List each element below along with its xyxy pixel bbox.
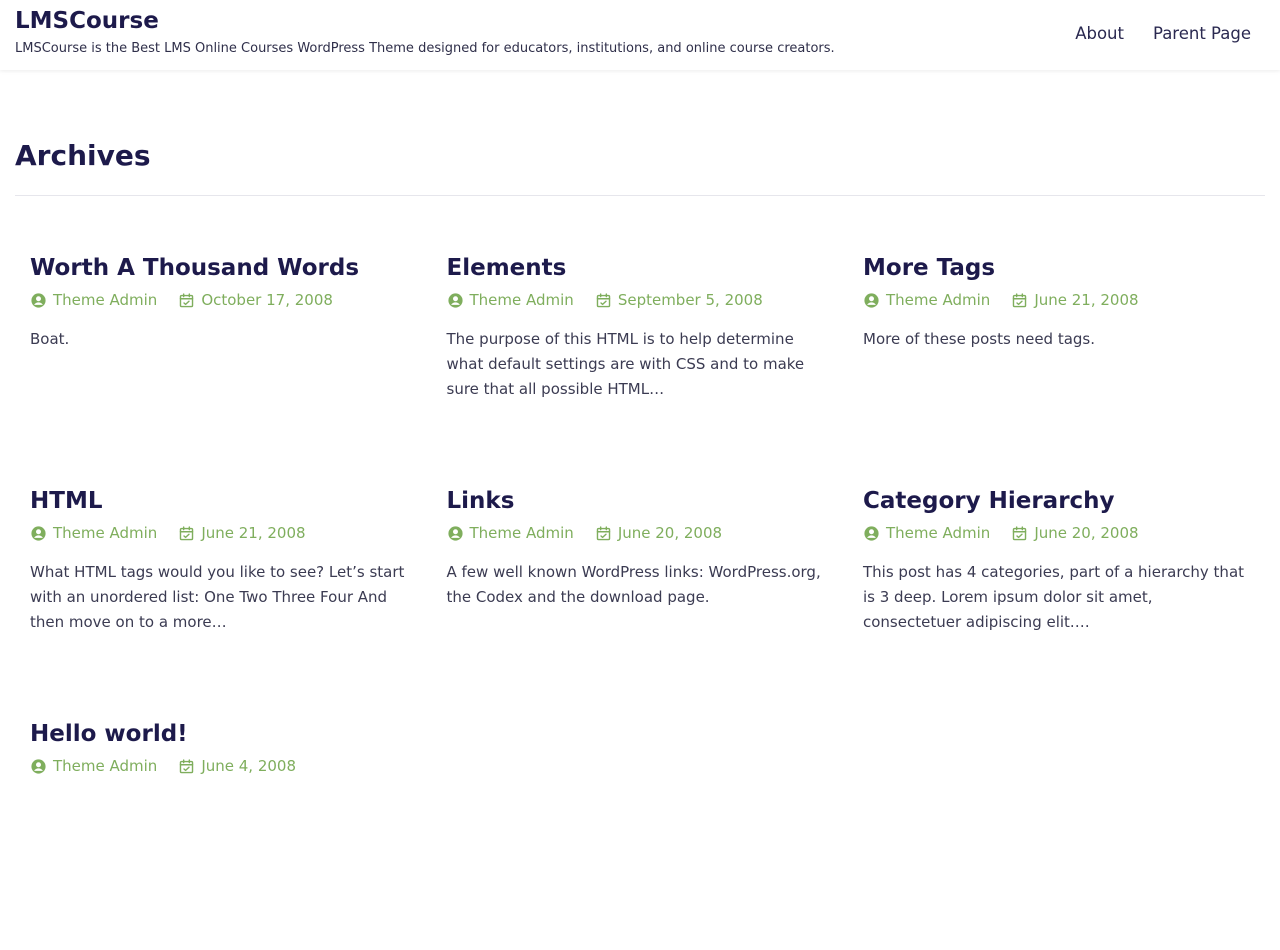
post-meta: Theme Admin September 5, 2008: [447, 289, 834, 311]
post-title[interactable]: Elements: [447, 251, 834, 285]
post-excerpt: What HTML tags would you like to see? Le…: [30, 563, 405, 631]
calendar-icon: [1011, 525, 1028, 542]
post-meta: Theme Admin June 21, 2008: [863, 289, 1250, 311]
post-date-text: June 21, 2008: [1034, 291, 1139, 309]
post-card: Elements Theme Admin September 5, 2008 T…: [447, 251, 834, 484]
nav-item-parent-page[interactable]: Parent Page: [1153, 24, 1251, 43]
post-meta: Theme Admin June 20, 2008: [863, 522, 1250, 544]
post-meta: Theme Admin June 21, 2008: [30, 522, 417, 544]
post-excerpt: The purpose of this HTML is to help dete…: [446, 330, 805, 398]
user-circle-icon: [30, 525, 47, 542]
post-author-name: Theme Admin: [886, 291, 991, 309]
user-circle-icon: [30, 758, 47, 775]
post-title[interactable]: More Tags: [863, 251, 1250, 285]
post-date-text: June 4, 2008: [201, 757, 296, 775]
post-author[interactable]: Theme Admin: [30, 291, 157, 309]
user-circle-icon: [30, 292, 47, 309]
post-meta: Theme Admin June 20, 2008: [447, 522, 834, 544]
post-author[interactable]: Theme Admin: [30, 524, 157, 542]
calendar-icon: [595, 525, 612, 542]
post-date-text: June 20, 2008: [1034, 524, 1139, 542]
post-date[interactable]: June 20, 2008: [1011, 524, 1139, 542]
page-title: Archives: [15, 139, 151, 172]
post-date[interactable]: October 17, 2008: [178, 291, 333, 309]
post-author-name: Theme Admin: [469, 524, 574, 542]
post-card: Worth A Thousand Words Theme Admin Octob…: [30, 251, 417, 484]
post-grid: Worth A Thousand Words Theme Admin Octob…: [30, 251, 1250, 950]
post-author[interactable]: Theme Admin: [863, 524, 990, 542]
post-title[interactable]: Hello world!: [30, 717, 417, 751]
user-circle-icon: [447, 525, 464, 542]
post-excerpt: More of these posts need tags.: [863, 330, 1096, 348]
post-author[interactable]: Theme Admin: [447, 291, 574, 309]
post-card: Links Theme Admin June 20, 2008 A few we…: [447, 484, 834, 717]
post-card: HTML Theme Admin June 21, 2008 What HTML…: [30, 484, 417, 717]
post-title[interactable]: Worth A Thousand Words: [30, 251, 417, 285]
post-meta: Theme Admin October 17, 2008: [30, 289, 417, 311]
post-card: More Tags Theme Admin June 21, 2008 More…: [863, 251, 1250, 484]
post-author[interactable]: Theme Admin: [30, 757, 157, 775]
calendar-icon: [178, 292, 195, 309]
post-title[interactable]: HTML: [30, 484, 417, 518]
post-card: Hello world! Theme Admin June 4, 2008: [30, 717, 417, 950]
post-date[interactable]: June 21, 2008: [1011, 291, 1139, 309]
calendar-icon: [178, 758, 195, 775]
nav-item-about[interactable]: About: [1075, 24, 1124, 43]
post-excerpt: A few well known WordPress links: WordPr…: [446, 563, 821, 606]
post-meta: Theme Admin June 4, 2008: [30, 755, 417, 777]
post-author-name: Theme Admin: [53, 524, 158, 542]
post-date-text: June 21, 2008: [201, 524, 306, 542]
main-nav: About Parent Page: [1075, 24, 1251, 43]
post-author-name: Theme Admin: [886, 524, 991, 542]
post-date-text: September 5, 2008: [617, 291, 763, 309]
calendar-icon: [595, 292, 612, 309]
post-date[interactable]: June 20, 2008: [595, 524, 722, 542]
user-circle-icon: [863, 525, 880, 542]
post-date-text: October 17, 2008: [201, 291, 333, 309]
calendar-icon: [178, 525, 195, 542]
post-excerpt: This post has 4 categories, part of a hi…: [863, 563, 1245, 631]
site-tagline: LMSCourse is the Best LMS Online Courses…: [15, 41, 835, 56]
post-author[interactable]: Theme Admin: [863, 291, 990, 309]
post-excerpt: Boat.: [30, 330, 70, 348]
site-header: LMSCourse LMSCourse is the Best LMS Onli…: [0, 0, 1280, 70]
calendar-icon: [1011, 292, 1028, 309]
post-author-name: Theme Admin: [469, 291, 574, 309]
user-circle-icon: [447, 292, 464, 309]
post-date-text: June 20, 2008: [617, 524, 723, 542]
post-author-name: Theme Admin: [53, 291, 158, 309]
post-card: Category Hierarchy Theme Admin June 20, …: [863, 484, 1250, 717]
post-title[interactable]: Links: [447, 484, 834, 518]
post-date[interactable]: September 5, 2008: [595, 291, 763, 309]
post-title[interactable]: Category Hierarchy: [863, 484, 1250, 518]
post-author-name: Theme Admin: [53, 757, 158, 775]
post-date[interactable]: June 4, 2008: [178, 757, 296, 775]
user-circle-icon: [863, 292, 880, 309]
post-date[interactable]: June 21, 2008: [178, 524, 306, 542]
site-title[interactable]: LMSCourse: [15, 8, 159, 34]
post-author[interactable]: Theme Admin: [447, 524, 574, 542]
divider: [15, 195, 1265, 196]
